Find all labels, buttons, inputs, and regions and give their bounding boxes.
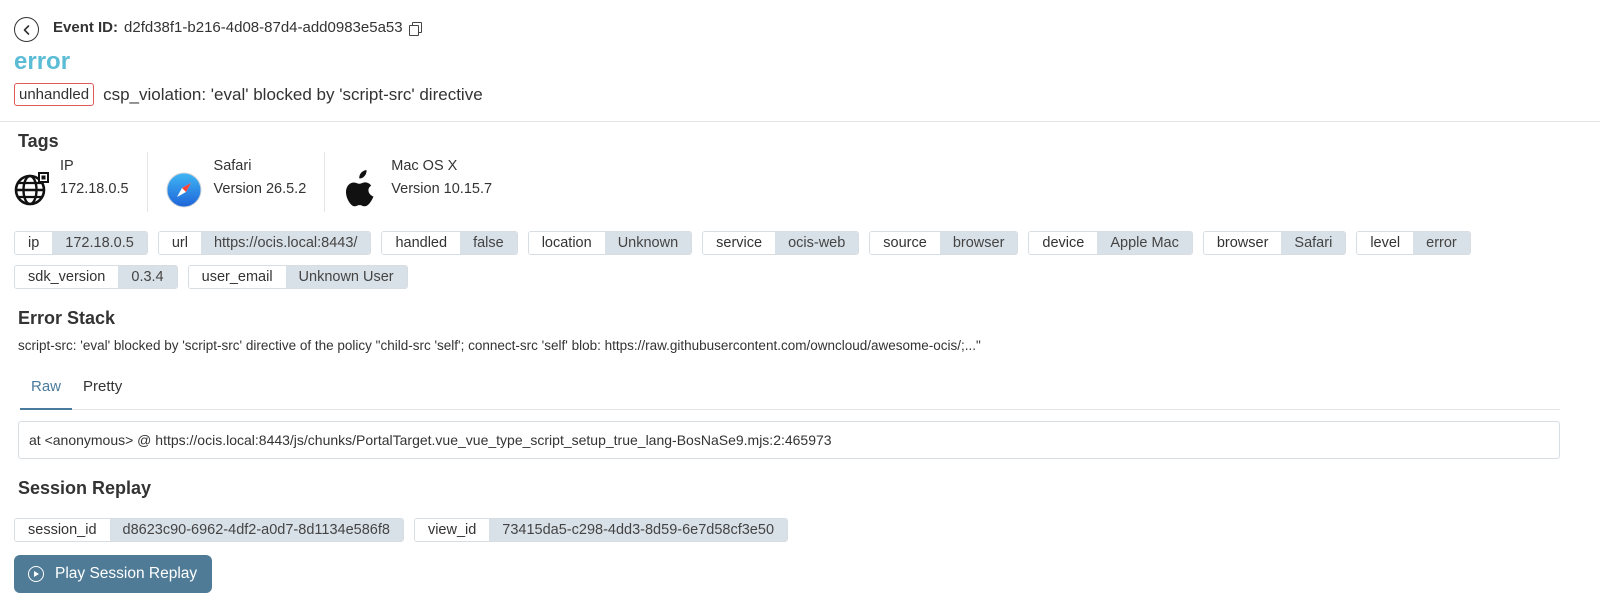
session-pills: session_id d8623c90-6962-4df2-a0d7-8d1134… <box>14 518 1586 542</box>
tag-pill[interactable]: source browser <box>869 231 1019 255</box>
tag-cards: IP 172.18.0.5 Safari Version 26.5.2 Mac … <box>14 152 528 212</box>
session-value: d8623c90-6962-4df2-a0d7-8d1134e586f8 <box>109 519 403 541</box>
error-stack-title: Error Stack <box>18 308 116 328</box>
tag-pill[interactable]: browser Safari <box>1202 231 1347 255</box>
event-id-value: d2fd38f1-b216-4d08-87d4-add0983e5a53 <box>124 19 403 36</box>
back-button[interactable] <box>14 17 39 42</box>
tag-pill[interactable]: user_email Unknown User <box>187 265 408 289</box>
unhandled-badge: unhandled <box>14 83 95 106</box>
tag-key: user_email <box>188 266 286 288</box>
event-id-label: Event ID: <box>53 19 119 36</box>
tag-value: Unknown <box>604 232 692 254</box>
browser-card-value: Version 26.5.2 <box>213 181 307 197</box>
os-card-value: Version 10.15.7 <box>391 181 493 197</box>
session-pill[interactable]: view_id 73415da5-c298-4dd3-8d59-6e7d58cf3… <box>413 518 789 542</box>
apple-icon <box>346 170 374 207</box>
error-stack-summary: script-src: 'eval' blocked by 'script-sr… <box>18 338 981 353</box>
tag-value: Unknown User <box>285 266 407 288</box>
tag-pill[interactable]: service ocis-web <box>702 231 860 255</box>
tag-key: sdk_version <box>15 266 119 288</box>
tag-pill[interactable]: device Apple Mac <box>1028 231 1193 255</box>
tag-pill[interactable]: handled false <box>381 231 518 255</box>
tag-value: error <box>1413 232 1470 254</box>
browser-card-title: Safari <box>213 158 252 174</box>
play-icon <box>28 566 44 582</box>
event-header: Event ID: d2fd38f1-b216-4d08-87d4-add098… <box>0 0 1600 122</box>
session-key: view_id <box>414 519 490 541</box>
session-replay-title: Session Replay <box>18 478 152 498</box>
tag-pill[interactable]: ip 172.18.0.5 <box>14 231 148 255</box>
tag-key: level <box>1357 232 1414 254</box>
session-value: 73415da5-c298-4dd3-8d59-6e7d58cf3e50 <box>489 519 788 541</box>
tag-key: browser <box>1203 232 1282 254</box>
tab-pretty[interactable]: Pretty <box>72 370 133 410</box>
ip-card-value: 172.18.0.5 <box>60 181 129 197</box>
tag-value: ocis-web <box>775 232 859 254</box>
tag-key: handled <box>382 232 461 254</box>
event-level: error <box>14 48 71 75</box>
tag-key: url <box>158 232 201 254</box>
tag-pills: ip 172.18.0.5 url https://ocis.local:8443/… <box>14 231 1586 289</box>
chevron-left-icon <box>23 24 29 35</box>
os-card: Mac OS X Version 10.15.7 <box>343 152 510 212</box>
tag-pill[interactable]: level error <box>1356 231 1471 255</box>
browser-card: Safari Version 26.5.2 <box>166 152 326 212</box>
tag-key: ip <box>15 232 53 254</box>
tab-raw[interactable]: Raw <box>20 370 73 410</box>
session-key: session_id <box>15 519 110 541</box>
event-message-row: unhandled csp_violation: 'eval' blocked … <box>14 83 483 106</box>
raw-stack-trace: at <anonymous> @ https://ocis.local:8443… <box>18 421 1560 459</box>
copy-icon[interactable] <box>408 21 422 36</box>
tag-value: https://ocis.local:8443/ <box>200 232 371 254</box>
safari-icon <box>166 172 202 208</box>
tag-value: browser <box>939 232 1018 254</box>
tag-key: source <box>870 232 940 254</box>
tag-pill[interactable]: location Unknown <box>527 231 693 255</box>
event-id-row: Event ID: d2fd38f1-b216-4d08-87d4-add098… <box>53 19 422 36</box>
tag-key: service <box>703 232 776 254</box>
tag-key: location <box>528 232 605 254</box>
tags-section-title: Tags <box>18 131 59 151</box>
ip-card-title: IP <box>60 158 74 174</box>
globe-network-icon <box>14 172 49 206</box>
session-pill[interactable]: session_id d8623c90-6962-4df2-a0d7-8d1134… <box>14 518 404 542</box>
tag-key: device <box>1029 232 1098 254</box>
stack-tabs: Raw Pretty <box>20 370 1560 410</box>
os-card-title: Mac OS X <box>391 158 458 174</box>
tag-value: 172.18.0.5 <box>52 232 147 254</box>
tag-value: Safari <box>1281 232 1346 254</box>
play-session-replay-button[interactable]: Play Session Replay <box>14 555 213 593</box>
tag-pill[interactable]: url https://ocis.local:8443/ <box>157 231 372 255</box>
play-button-label: Play Session Replay <box>55 565 198 582</box>
tag-value: false <box>460 232 517 254</box>
ip-card: IP 172.18.0.5 <box>14 152 148 212</box>
tag-value: Apple Mac <box>1097 232 1192 254</box>
event-message: csp_violation: 'eval' blocked by 'script… <box>103 84 483 104</box>
tag-pill[interactable]: sdk_version 0.3.4 <box>14 265 178 289</box>
tag-value: 0.3.4 <box>118 266 177 288</box>
